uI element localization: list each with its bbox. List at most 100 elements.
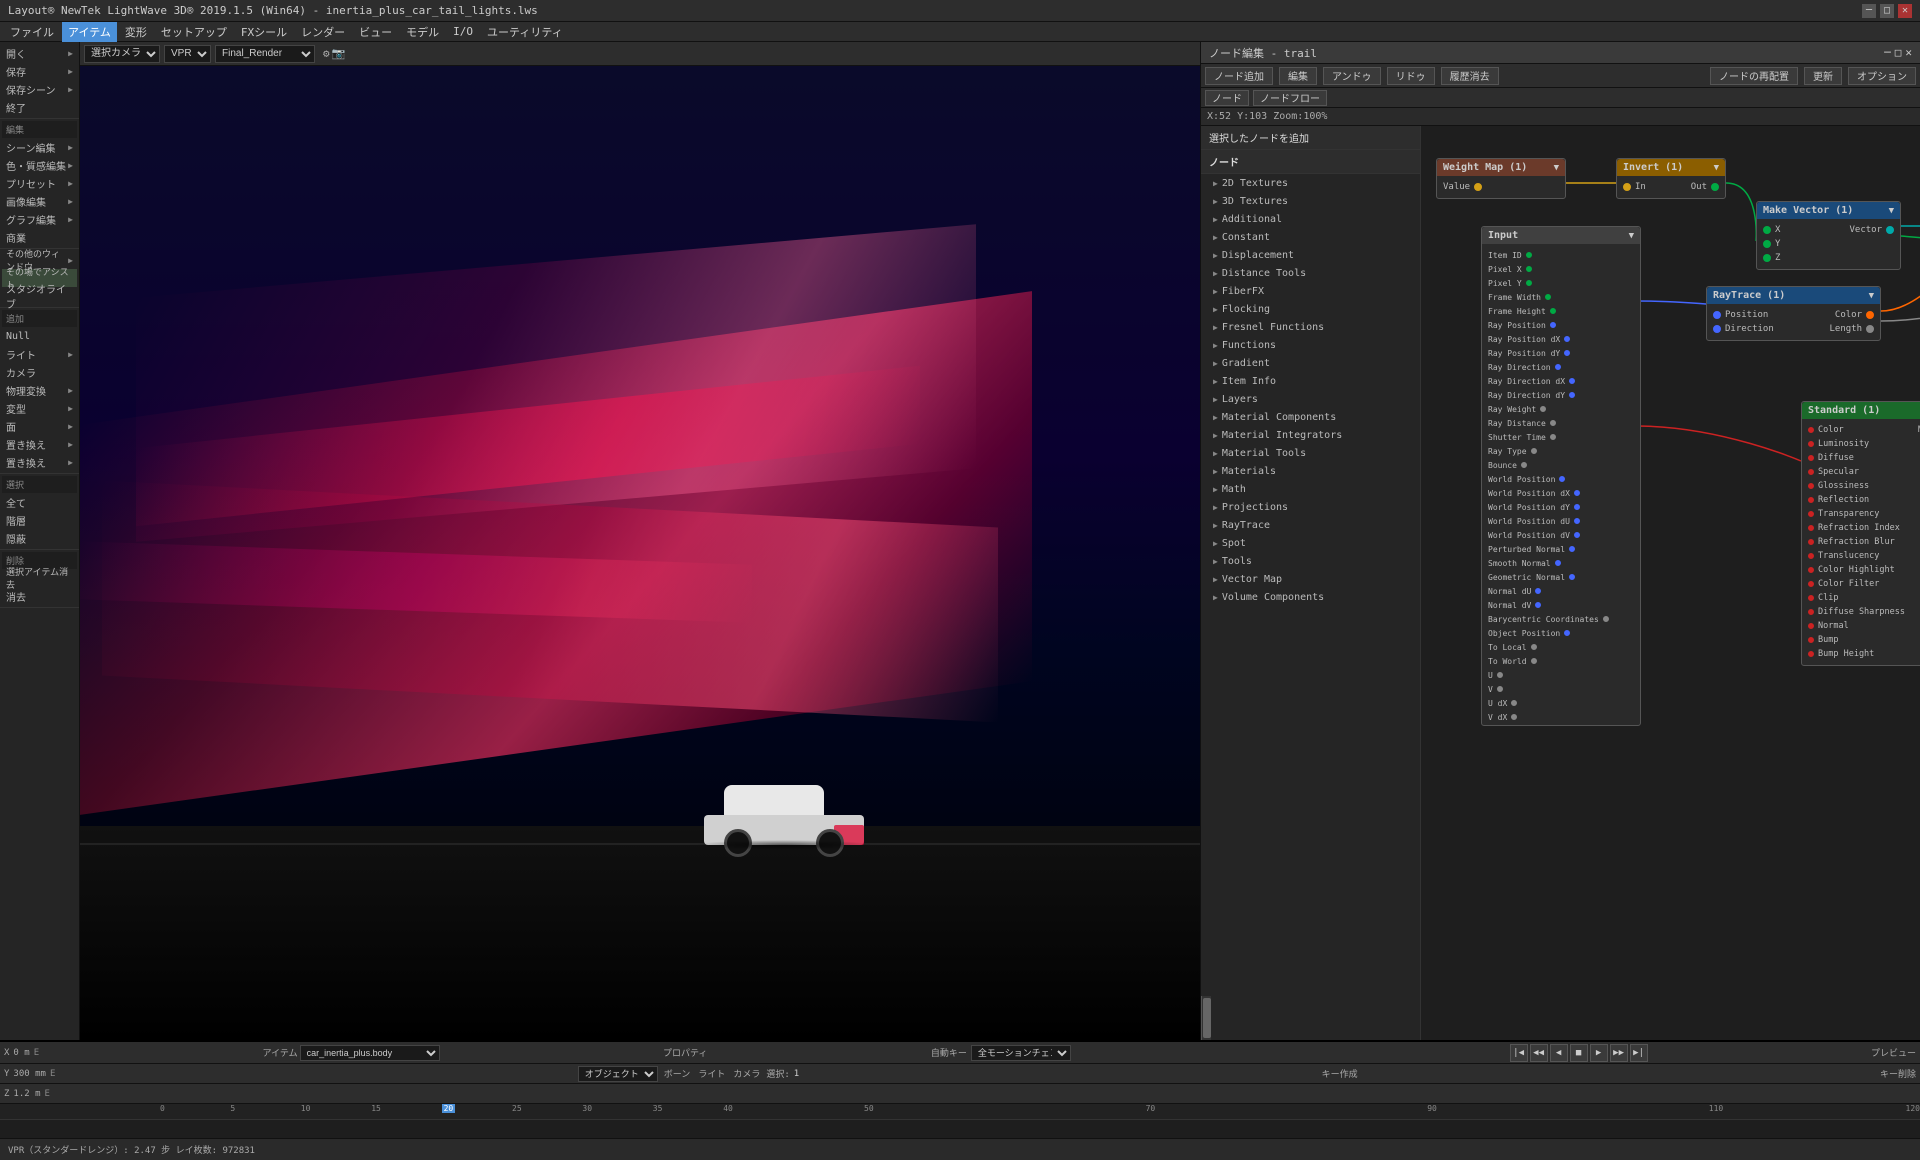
sidebar-open[interactable]: 開く▶	[2, 44, 77, 62]
node-list-item-tools[interactable]: ▶ Tools	[1201, 552, 1420, 570]
sidebar-light[interactable]: ライト▶	[2, 345, 77, 363]
node-list-item-materials[interactable]: ▶ Materials	[1201, 462, 1420, 480]
node-list-item-fiberfx[interactable]: ▶ FiberFX	[1201, 282, 1420, 300]
node-panel-maximize[interactable]: □	[1895, 46, 1902, 59]
invert-header[interactable]: Invert (1) ▼	[1617, 159, 1725, 176]
node-list-item-layers[interactable]: ▶ Layers	[1201, 390, 1420, 408]
invert-arrow[interactable]: ▼	[1714, 163, 1719, 173]
node-list-item-vectormap[interactable]: ▶ Vector Map	[1201, 570, 1420, 588]
node-list-item-distance-tools[interactable]: ▶ Distance Tools	[1201, 264, 1420, 282]
input-node[interactable]: Input ▼ Item ID Pixel X Pixel Y Frame Wi…	[1481, 226, 1641, 726]
node-list-item-2dtextures[interactable]: ▶ 2D Textures	[1201, 174, 1420, 192]
jump-end-btn[interactable]: ▶|	[1630, 1044, 1648, 1062]
node-clear-history-btn[interactable]: 履歴消去	[1441, 67, 1499, 85]
menu-item[interactable]: アイテム	[62, 22, 117, 42]
play-btn[interactable]: ▶	[1590, 1044, 1608, 1062]
render-mode-select[interactable]: VPR	[164, 45, 211, 63]
standard-node[interactable]: Standard (1) ▼ Color Material Luminosity…	[1801, 401, 1920, 666]
sidebar-save[interactable]: 保存▶	[2, 62, 77, 80]
sidebar-select-all[interactable]: 全て	[2, 493, 77, 511]
node-options-btn[interactable]: オプション	[1848, 67, 1916, 85]
camera-select[interactable]: 選択カメラ	[84, 45, 160, 63]
menu-io[interactable]: I/O	[447, 23, 479, 40]
make-vector-arrow[interactable]: ▼	[1889, 206, 1894, 216]
menu-fx[interactable]: FXシール	[235, 22, 293, 42]
menu-model[interactable]: モデル	[400, 22, 445, 42]
next-frame-btn[interactable]: ▶▶	[1610, 1044, 1628, 1062]
sidebar-studio-live[interactable]: スタジオライブ	[2, 287, 77, 305]
node-list-item-constant[interactable]: ▶ Constant	[1201, 228, 1420, 246]
sidebar-graph-edit[interactable]: グラフ編集▶	[2, 210, 77, 228]
node-list-item-additional[interactable]: ▶ Additional	[1201, 210, 1420, 228]
node-list-item-math[interactable]: ▶ Math	[1201, 480, 1420, 498]
node-tab-nodes[interactable]: ノード	[1205, 90, 1249, 106]
maximize-button[interactable]: □	[1880, 4, 1894, 18]
menu-transform[interactable]: 変形	[119, 22, 153, 42]
node-list-item-matcomponents[interactable]: ▶ Material Components	[1201, 408, 1420, 426]
node-list-item-mattools[interactable]: ▶ Material Tools	[1201, 444, 1420, 462]
sidebar-commercial[interactable]: 商業	[2, 228, 77, 246]
viewport-icon-settings[interactable]: ⚙	[323, 47, 330, 60]
sidebar-image-edit[interactable]: 画像編集▶	[2, 192, 77, 210]
node-tab-flow[interactable]: ノードフロー	[1253, 90, 1327, 106]
input-arrow[interactable]: ▼	[1629, 231, 1634, 241]
node-panel-minimize[interactable]: ─	[1884, 46, 1891, 59]
sidebar-shape[interactable]: 変型▶	[2, 399, 77, 417]
sidebar-camera[interactable]: カメラ	[2, 363, 77, 381]
node-list-item-projections[interactable]: ▶ Projections	[1201, 498, 1420, 516]
node-list-item-fresnel[interactable]: ▶ Fresnel Functions	[1201, 318, 1420, 336]
node-undo-btn[interactable]: アンドゥ	[1323, 67, 1381, 85]
node-add-btn[interactable]: ノード追加	[1205, 67, 1273, 85]
node-list-item-3dtextures[interactable]: ▶ 3D Textures	[1201, 192, 1420, 210]
menu-file[interactable]: ファイル	[4, 22, 60, 42]
menu-render[interactable]: レンダー	[295, 22, 351, 42]
sidebar-delete-selected[interactable]: 選択アイテム消去	[2, 569, 77, 587]
weight-map-node[interactable]: Weight Map (1) ▼ Value	[1436, 158, 1566, 199]
scrollbar-thumb[interactable]	[1203, 998, 1211, 1038]
sidebar-exit[interactable]: 終了	[2, 98, 77, 116]
node-redo-btn[interactable]: リドゥ	[1387, 67, 1435, 85]
jump-start-btn[interactable]: |◀	[1510, 1044, 1528, 1062]
sidebar-preset[interactable]: プリセット▶	[2, 174, 77, 192]
node-list-item-functions[interactable]: ▶ Functions	[1201, 336, 1420, 354]
close-button[interactable]: ✕	[1898, 4, 1912, 18]
node-update-btn[interactable]: 更新	[1804, 67, 1842, 85]
weight-map-arrow[interactable]: ▼	[1554, 163, 1559, 173]
sidebar-null[interactable]: Null	[2, 327, 77, 345]
node-list-scrollbar[interactable]	[1201, 996, 1211, 1040]
node-list-scroll[interactable]: ▶ 2D Textures ▶ 3D Textures ▶ Additional…	[1201, 174, 1420, 996]
motion-type-select[interactable]: 全モーションチェン	[971, 1045, 1071, 1061]
node-canvas[interactable]: Weight Map (1) ▼ Value Invert (1) ▼	[1421, 126, 1920, 1040]
play-back-btn[interactable]: ◀	[1550, 1044, 1568, 1062]
raytrace-node[interactable]: RayTrace (1) ▼ Position Color	[1706, 286, 1881, 341]
viewport-icon-camera[interactable]: 📷	[332, 47, 346, 60]
make-vector-header[interactable]: Make Vector (1) ▼	[1757, 202, 1900, 219]
menu-view[interactable]: ビュー	[353, 22, 398, 42]
node-list-item-spot[interactable]: ▶ Spot	[1201, 534, 1420, 552]
window-controls[interactable]: ─ □ ✕	[1862, 4, 1912, 18]
sidebar-face[interactable]: 面▶	[2, 417, 77, 435]
object-select[interactable]: オブジェクト	[578, 1066, 658, 1082]
node-list-item-raytrace[interactable]: ▶ RayTrace	[1201, 516, 1420, 534]
node-list-item-matintegrators[interactable]: ▶ Material Integrators	[1201, 426, 1420, 444]
input-header[interactable]: Input ▼	[1482, 227, 1640, 244]
node-edit-btn[interactable]: 編集	[1279, 67, 1317, 85]
node-list-item-displacement[interactable]: ▶ Displacement	[1201, 246, 1420, 264]
sidebar-replace1[interactable]: 置き換え▶	[2, 435, 77, 453]
node-list-item-gradient[interactable]: ▶ Gradient	[1201, 354, 1420, 372]
node-list-item-flocking[interactable]: ▶ Flocking	[1201, 300, 1420, 318]
sidebar-hierarchy[interactable]: 階層	[2, 511, 77, 529]
make-vector-node[interactable]: Make Vector (1) ▼ X Vector	[1756, 201, 1901, 270]
prev-frame-btn[interactable]: ◀◀	[1530, 1044, 1548, 1062]
sidebar-scene-edit[interactable]: シーン編集▶	[2, 138, 77, 156]
render-name-select[interactable]: Final_Render	[215, 45, 315, 63]
sidebar-color-edit[interactable]: 色・質感編集▶	[2, 156, 77, 174]
invert-node[interactable]: Invert (1) ▼ In Out	[1616, 158, 1726, 199]
minimize-button[interactable]: ─	[1862, 4, 1876, 18]
weight-map-header[interactable]: Weight Map (1) ▼	[1437, 159, 1565, 176]
item-select[interactable]: car_inertia_plus.body	[300, 1045, 440, 1061]
menu-utility[interactable]: ユーティリティ	[481, 22, 569, 42]
node-rearrange-btn[interactable]: ノードの再配置	[1710, 67, 1798, 85]
sidebar-replace2[interactable]: 置き換え▶	[2, 453, 77, 471]
raytrace-header[interactable]: RayTrace (1) ▼	[1707, 287, 1880, 304]
